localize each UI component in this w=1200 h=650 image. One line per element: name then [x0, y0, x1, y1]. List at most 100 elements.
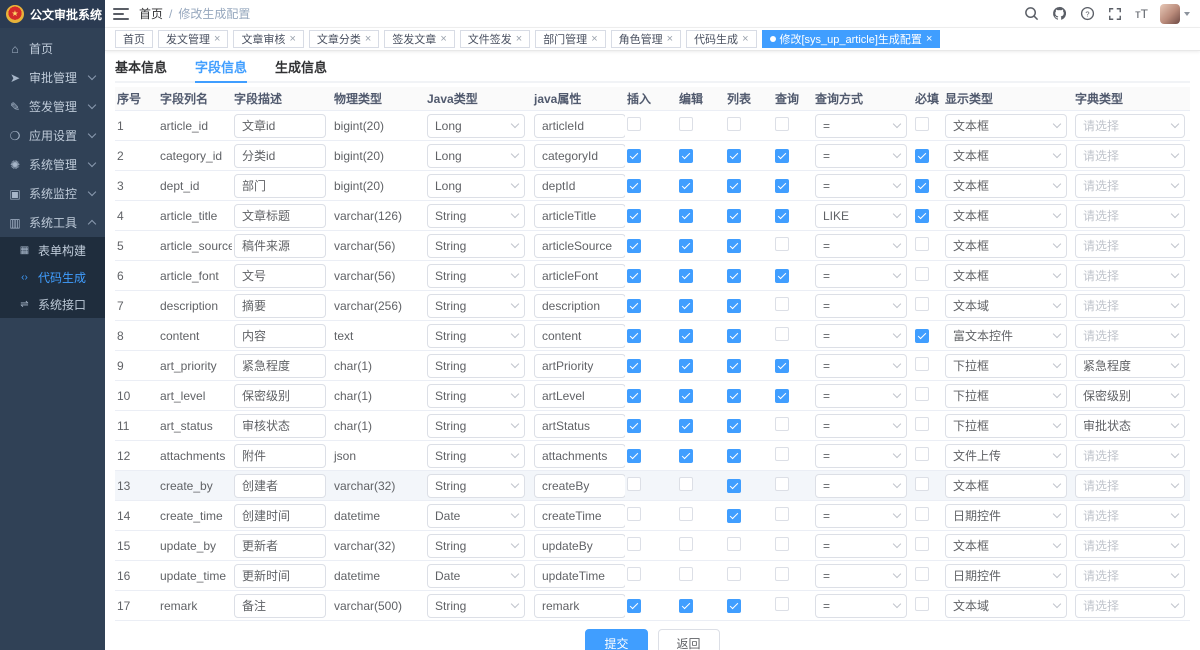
query-checkbox[interactable] — [775, 237, 789, 251]
query-type-select[interactable]: = — [815, 264, 907, 288]
tag-item[interactable]: 签发文章× — [384, 30, 454, 48]
display-type-select[interactable]: 文件上传 — [945, 444, 1067, 468]
fullscreen-icon[interactable] — [1107, 6, 1123, 22]
sidebar-item-system-tools[interactable]: ▥系统工具 — [0, 208, 105, 237]
sidebar-item-code-gen[interactable]: ‹›代码生成 — [0, 264, 105, 291]
query-checkbox[interactable] — [775, 149, 789, 163]
sidebar-item-issue-mgmt[interactable]: ✎签发管理 — [0, 92, 105, 121]
field-description-input[interactable] — [234, 234, 326, 258]
field-description-input[interactable] — [234, 594, 326, 618]
java-type-select[interactable]: String — [427, 594, 525, 618]
list-checkbox[interactable] — [727, 479, 741, 493]
required-checkbox[interactable] — [915, 209, 929, 223]
close-icon[interactable]: × — [214, 34, 220, 45]
field-description-input[interactable] — [234, 114, 326, 138]
required-checkbox[interactable] — [915, 417, 929, 431]
list-checkbox[interactable] — [727, 269, 741, 283]
query-type-select[interactable]: LIKE — [815, 204, 907, 228]
field-description-input[interactable] — [234, 144, 326, 168]
submit-button[interactable]: 提交 — [585, 629, 647, 650]
query-type-select[interactable]: = — [815, 444, 907, 468]
insert-checkbox[interactable] — [627, 149, 641, 163]
edit-checkbox[interactable] — [679, 419, 693, 433]
required-checkbox[interactable] — [915, 149, 929, 163]
edit-checkbox[interactable] — [679, 567, 693, 581]
tag-item[interactable]: 发文管理× — [158, 30, 228, 48]
field-description-input[interactable] — [234, 384, 326, 408]
required-checkbox[interactable] — [915, 297, 929, 311]
java-property-input[interactable] — [534, 204, 625, 228]
field-description-input[interactable] — [234, 174, 326, 198]
tag-item[interactable]: 修改[sys_up_article]生成配置× — [762, 30, 941, 48]
edit-checkbox[interactable] — [679, 537, 693, 551]
insert-checkbox[interactable] — [627, 269, 641, 283]
query-checkbox[interactable] — [775, 597, 789, 611]
field-description-input[interactable] — [234, 204, 326, 228]
query-type-select[interactable]: = — [815, 234, 907, 258]
display-type-select[interactable]: 文本框 — [945, 174, 1067, 198]
query-checkbox[interactable] — [775, 269, 789, 283]
query-checkbox[interactable] — [775, 477, 789, 491]
required-checkbox[interactable] — [915, 237, 929, 251]
close-icon[interactable]: × — [742, 34, 748, 45]
close-icon[interactable]: × — [289, 34, 295, 45]
display-type-select[interactable]: 文本框 — [945, 114, 1067, 138]
edit-checkbox[interactable] — [679, 599, 693, 613]
user-menu[interactable] — [1160, 4, 1190, 24]
query-checkbox[interactable] — [775, 297, 789, 311]
field-description-input[interactable] — [234, 324, 326, 348]
tag-item[interactable]: 文章审核× — [233, 30, 303, 48]
java-property-input[interactable] — [534, 444, 625, 468]
query-type-select[interactable]: = — [815, 474, 907, 498]
edit-checkbox[interactable] — [679, 239, 693, 253]
list-checkbox[interactable] — [727, 449, 741, 463]
java-type-select[interactable]: String — [427, 294, 525, 318]
query-checkbox[interactable] — [775, 567, 789, 581]
sidebar-item-home[interactable]: ⌂首页 — [0, 34, 105, 63]
display-type-select[interactable]: 文本框 — [945, 264, 1067, 288]
edit-checkbox[interactable] — [679, 329, 693, 343]
tag-item[interactable]: 部门管理× — [535, 30, 605, 48]
query-type-select[interactable]: = — [815, 384, 907, 408]
java-property-input[interactable] — [534, 474, 625, 498]
insert-checkbox[interactable] — [627, 179, 641, 193]
dict-type-select[interactable]: 请选择 — [1075, 564, 1185, 588]
help-icon[interactable]: ? — [1079, 6, 1095, 22]
github-icon[interactable] — [1051, 6, 1067, 22]
field-description-input[interactable] — [234, 504, 326, 528]
tag-item[interactable]: 文件签发× — [460, 30, 530, 48]
back-button[interactable]: 返回 — [658, 629, 720, 650]
list-checkbox[interactable] — [727, 239, 741, 253]
field-description-input[interactable] — [234, 294, 326, 318]
sidebar-item-approval-mgmt[interactable]: ➤审批管理 — [0, 63, 105, 92]
display-type-select[interactable]: 文本框 — [945, 474, 1067, 498]
query-checkbox[interactable] — [775, 359, 789, 373]
edit-checkbox[interactable] — [679, 359, 693, 373]
display-type-select[interactable]: 文本域 — [945, 594, 1067, 618]
java-type-select[interactable]: Date — [427, 564, 525, 588]
java-type-select[interactable]: Long — [427, 144, 525, 168]
dict-type-select[interactable]: 审批状态 — [1075, 414, 1185, 438]
query-type-select[interactable]: = — [815, 354, 907, 378]
field-description-input[interactable] — [234, 354, 326, 378]
edit-checkbox[interactable] — [679, 477, 693, 491]
sidebar-item-app-settings[interactable]: ❍应用设置 — [0, 121, 105, 150]
java-property-input[interactable] — [534, 564, 625, 588]
required-checkbox[interactable] — [915, 267, 929, 281]
insert-checkbox[interactable] — [627, 507, 641, 521]
insert-checkbox[interactable] — [627, 389, 641, 403]
edit-checkbox[interactable] — [679, 507, 693, 521]
java-property-input[interactable] — [534, 264, 625, 288]
dict-type-select[interactable]: 请选择 — [1075, 534, 1185, 558]
required-checkbox[interactable] — [915, 357, 929, 371]
insert-checkbox[interactable] — [627, 209, 641, 223]
hamburger-icon[interactable] — [113, 8, 129, 20]
required-checkbox[interactable] — [915, 117, 929, 131]
query-type-select[interactable]: = — [815, 324, 907, 348]
insert-checkbox[interactable] — [627, 239, 641, 253]
query-type-select[interactable]: = — [815, 174, 907, 198]
font-size-icon[interactable]: тT — [1135, 7, 1148, 21]
edit-checkbox[interactable] — [679, 179, 693, 193]
java-type-select[interactable]: String — [427, 384, 525, 408]
query-checkbox[interactable] — [775, 447, 789, 461]
